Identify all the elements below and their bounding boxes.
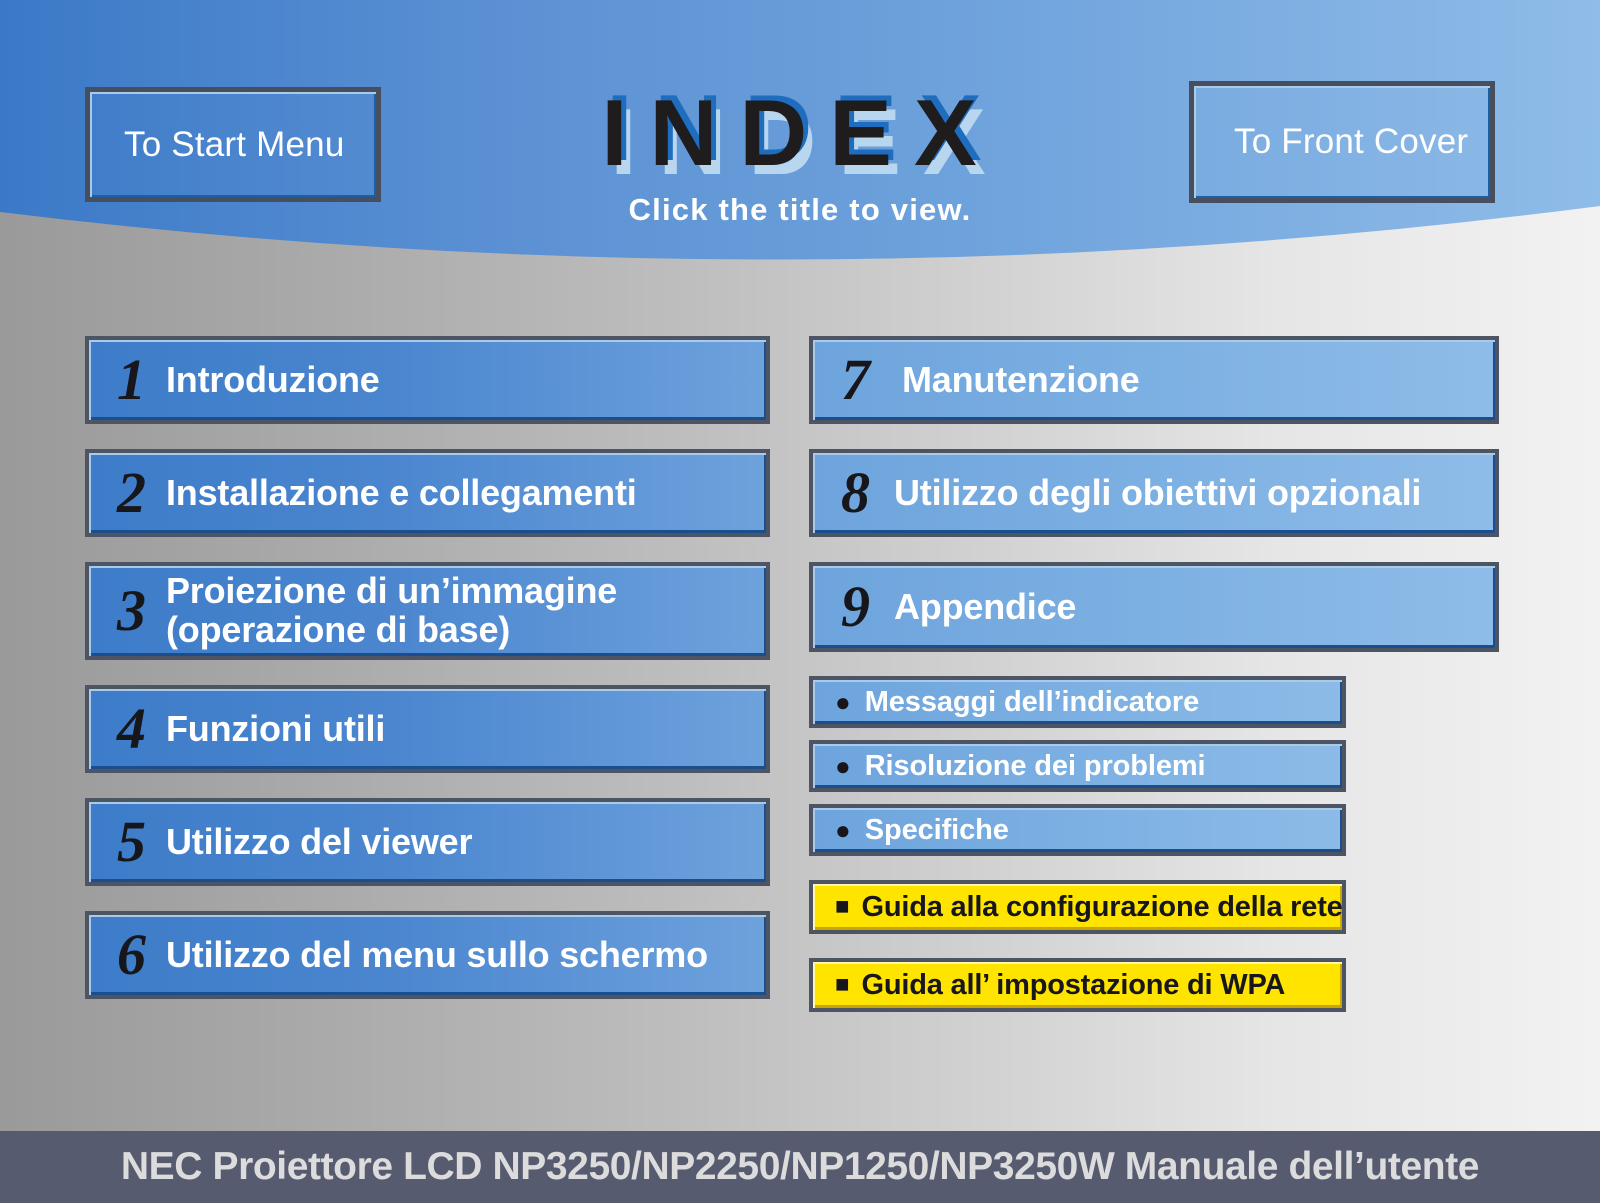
chapter-title: Installazione e collegamenti — [166, 471, 637, 513]
chapter-title: Utilizzo del viewer — [166, 820, 473, 862]
chapter-column-left: 1 Introduzione 2 Installazione e collega… — [85, 336, 770, 1024]
chapter-title: Utilizzo del menu sullo schermo — [166, 933, 708, 975]
footer-text: NEC Proiettore LCD NP3250/NP2250/NP1250/… — [120, 1145, 1480, 1188]
sub-item-label: Risoluzione dei problemi — [864, 749, 1206, 782]
chapter-title: Funzioni utili — [166, 707, 386, 749]
guide-item-wpa-setup[interactable]: ■ Guida all’ impostazione di WPA — [809, 958, 1346, 1012]
bullet-icon: ● — [835, 815, 851, 845]
chapter-item-9[interactable]: 9 Appendice — [809, 562, 1499, 652]
index-page: To Start Menu To Front Cover INDEX INDEX… — [0, 0, 1600, 1203]
chapter-item-7[interactable]: 7 Manutenzione — [809, 336, 1499, 424]
chapter-title: Appendice — [894, 585, 1077, 627]
sub-item-label: Messaggi dell’indicatore — [864, 685, 1200, 718]
page-title-text: INDEX — [601, 80, 999, 185]
chapter-item-5[interactable]: 5 Utilizzo del viewer — [85, 798, 770, 886]
chapter-number: 7 — [841, 347, 870, 412]
chapter-item-1[interactable]: 1 Introduzione — [85, 336, 770, 424]
chapter-number: 4 — [117, 696, 146, 761]
chapter-number: 1 — [117, 347, 146, 412]
header-content: To Start Menu To Front Cover INDEX INDEX… — [0, 0, 1600, 300]
chapter-item-8[interactable]: 8 Utilizzo degli obiettivi opzionali — [809, 449, 1499, 537]
bullet-icon: ● — [835, 751, 851, 781]
page-subtitle: Click the title to view. — [628, 192, 972, 227]
square-bullet-icon: ■ — [835, 971, 850, 998]
chapter-title: Proiezione di un’immagine (operazione di… — [166, 570, 618, 650]
chapter-title: Utilizzo degli obiettivi opzionali — [894, 471, 1422, 513]
square-bullet-icon: ■ — [835, 893, 850, 920]
guide-item-label: Guida alla configurazione della rete — [861, 890, 1343, 923]
guide-item-label: Guida all’ impostazione di WPA — [861, 968, 1286, 1001]
chapter-title: Manutenzione — [902, 358, 1140, 400]
sub-item-label: Specifiche — [864, 813, 1009, 846]
sub-item-specifiche[interactable]: ● Specifiche — [809, 804, 1346, 856]
chapter-item-2[interactable]: 2 Installazione e collegamenti — [85, 449, 770, 537]
sub-item-risoluzione-problemi[interactable]: ● Risoluzione dei problemi — [809, 740, 1346, 792]
chapter-item-6[interactable]: 6 Utilizzo del menu sullo schermo — [85, 911, 770, 999]
chapter-number: 9 — [841, 574, 870, 639]
chapter-number: 5 — [117, 809, 146, 874]
bullet-icon: ● — [835, 687, 851, 717]
chapter-column-right: 7 Manutenzione 8 Utilizzo degli obiettiv… — [809, 336, 1499, 1012]
chapter-number: 6 — [117, 922, 146, 987]
page-title: INDEX INDEX INDEX — [0, 75, 1600, 194]
footer-bar: NEC Proiettore LCD NP3250/NP2250/NP1250/… — [0, 1131, 1600, 1203]
chapter-number: 8 — [841, 460, 870, 525]
chapter-item-3[interactable]: 3 Proiezione di un’immagine (operazione … — [85, 562, 770, 660]
chapter-number: 3 — [117, 578, 146, 643]
guide-item-network-setup[interactable]: ■ Guida alla configurazione della rete — [809, 880, 1346, 934]
chapter-title: Introduzione — [166, 358, 380, 400]
sub-item-messaggi-indicatore[interactable]: ● Messaggi dell’indicatore — [809, 676, 1346, 728]
chapter-item-4[interactable]: 4 Funzioni utili — [85, 685, 770, 773]
chapter-number: 2 — [117, 460, 146, 525]
